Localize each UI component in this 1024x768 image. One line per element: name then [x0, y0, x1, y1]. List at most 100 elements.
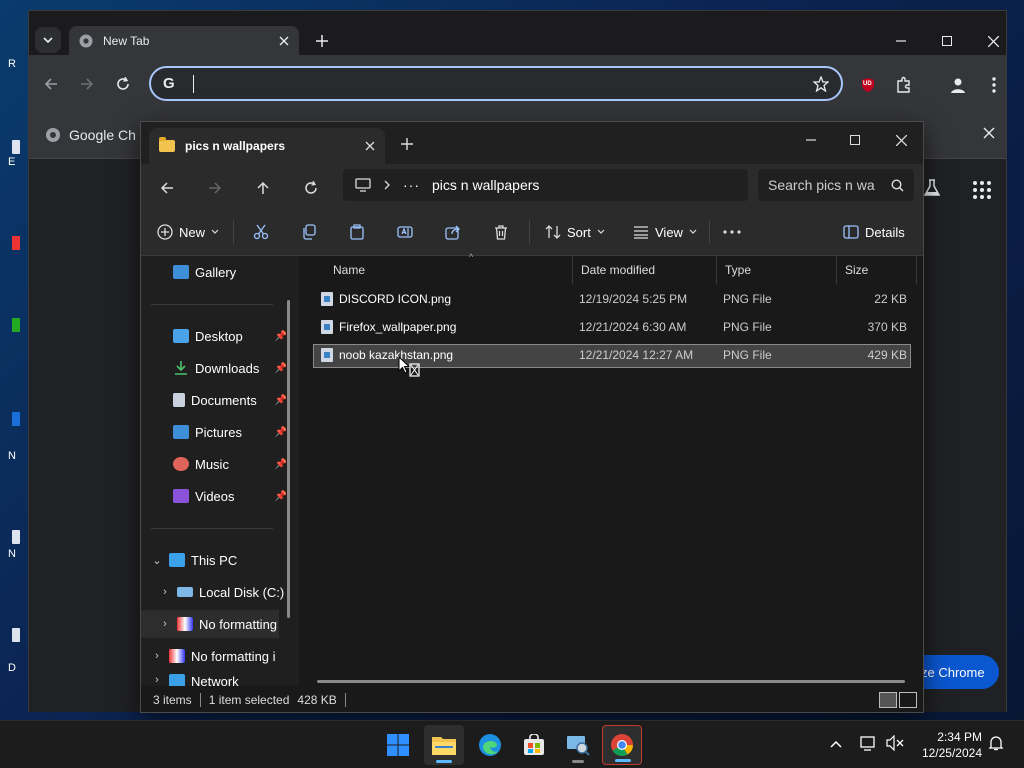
- chrome-maximize-button[interactable]: [927, 27, 967, 55]
- paste-button[interactable]: [349, 220, 365, 244]
- pin-icon[interactable]: 📌: [275, 331, 287, 342]
- ublock-extension-icon[interactable]: UD: [859, 76, 877, 94]
- chrome-minimize-button[interactable]: [881, 27, 921, 55]
- chevron-down-icon[interactable]: ⌄: [151, 554, 163, 567]
- show-hidden-icons-button[interactable]: [830, 735, 842, 751]
- chevron-right-icon[interactable]: ›: [151, 650, 163, 662]
- explorer-new-tab-button[interactable]: [401, 134, 413, 155]
- column-header-date[interactable]: Date modified: [573, 256, 717, 284]
- system-clock[interactable]: 2:34 PM 12/25/2024: [918, 729, 982, 761]
- more-options-button[interactable]: [723, 220, 741, 244]
- file-row[interactable]: Firefox_wallpaper.png 12/21/2024 6:30 AM…: [313, 316, 911, 340]
- bookmark-google-chrome[interactable]: Google Ch: [45, 127, 136, 143]
- horizontal-scrollbar[interactable]: [317, 680, 905, 683]
- column-header-size[interactable]: Size: [837, 256, 917, 284]
- explorer-up-button[interactable]: [251, 176, 275, 200]
- nav-item-gallery[interactable]: Gallery: [141, 258, 299, 286]
- copy-icon: [303, 224, 316, 240]
- search-box[interactable]: [758, 169, 914, 201]
- profile-button[interactable]: [949, 76, 967, 94]
- column-header-name[interactable]: Name ^: [325, 252, 573, 284]
- pin-icon[interactable]: 📌: [275, 459, 287, 470]
- nav-item-network[interactable]: › Network: [141, 674, 299, 686]
- desktop-icon[interactable]: [12, 236, 20, 250]
- new-button[interactable]: New: [157, 220, 219, 244]
- tab-search-button[interactable]: [35, 27, 61, 53]
- extensions-button[interactable]: [895, 76, 913, 94]
- copy-button[interactable]: [301, 220, 317, 244]
- google-apps-icon[interactable]: [973, 181, 991, 199]
- chrome-menu-button[interactable]: [985, 76, 1003, 94]
- explorer-forward-button[interactable]: [203, 176, 227, 200]
- chevron-right-icon[interactable]: ›: [151, 674, 163, 686]
- breadcrumb-current[interactable]: pics n wallpapers: [432, 177, 539, 193]
- pin-icon[interactable]: 📌: [275, 395, 287, 406]
- explorer-back-button[interactable]: [155, 176, 179, 200]
- column-header-type[interactable]: Type: [717, 256, 837, 284]
- pin-icon[interactable]: 📌: [275, 427, 287, 438]
- more-crumbs-icon[interactable]: ···: [403, 177, 420, 193]
- taskbar-store[interactable]: [514, 725, 554, 765]
- chevron-right-icon[interactable]: ›: [159, 618, 171, 630]
- view-button[interactable]: View: [633, 220, 697, 244]
- taskbar-chrome[interactable]: [602, 725, 642, 765]
- star-bookmark-icon[interactable]: [813, 75, 829, 92]
- start-button[interactable]: [378, 725, 418, 765]
- desktop-icon[interactable]: [12, 318, 20, 332]
- labs-flask-icon[interactable]: [923, 179, 941, 202]
- tiles-view-icon[interactable]: [899, 692, 917, 708]
- taskbar-remote-app[interactable]: [558, 725, 598, 765]
- details-pane-button[interactable]: Details: [843, 220, 905, 244]
- desktop-icon[interactable]: [12, 628, 20, 642]
- rename-button[interactable]: [397, 220, 413, 244]
- close-banner-button[interactable]: [983, 127, 995, 142]
- chevron-right-icon[interactable]: ›: [159, 586, 171, 598]
- desktop-icon[interactable]: [12, 412, 20, 426]
- nav-item-videos[interactable]: Videos 📌: [141, 482, 299, 510]
- reload-button[interactable]: [111, 72, 135, 96]
- network-status-icon[interactable]: [860, 735, 878, 754]
- nav-item-documents[interactable]: Documents 📌: [141, 386, 299, 414]
- nav-item-pictures[interactable]: Pictures 📌: [141, 418, 299, 446]
- details-view-icon[interactable]: [879, 692, 897, 708]
- explorer-tab[interactable]: pics n wallpapers: [149, 128, 385, 164]
- new-tab-button[interactable]: [311, 30, 333, 52]
- nav-item-drive-no-formatting[interactable]: › No formatting: [141, 610, 279, 638]
- delete-button[interactable]: [493, 220, 509, 244]
- taskbar-file-explorer[interactable]: [424, 725, 464, 765]
- sort-icon: [545, 225, 561, 239]
- sort-button[interactable]: Sort: [545, 220, 605, 244]
- pin-icon[interactable]: 📌: [275, 363, 287, 374]
- explorer-minimize-button[interactable]: [789, 126, 833, 154]
- nav-item-local-disk[interactable]: › Local Disk (C:): [141, 578, 299, 606]
- back-button[interactable]: [39, 72, 63, 96]
- notifications-button[interactable]: [988, 735, 1004, 754]
- close-icon[interactable]: [365, 141, 375, 151]
- forward-button[interactable]: [75, 72, 99, 96]
- pin-icon[interactable]: 📌: [275, 491, 287, 502]
- details-pane-icon: [843, 225, 859, 239]
- volume-muted-icon[interactable]: [886, 734, 904, 754]
- taskbar-edge[interactable]: [470, 725, 510, 765]
- desktop-icon[interactable]: [12, 140, 20, 154]
- nav-item-this-pc[interactable]: ⌄ This PC: [141, 546, 299, 574]
- address-bar[interactable]: G: [149, 66, 843, 101]
- chrome-tab-new-tab[interactable]: New Tab: [69, 26, 299, 56]
- chrome-close-button[interactable]: [973, 27, 1013, 55]
- nav-item-music[interactable]: Music 📌: [141, 450, 299, 478]
- explorer-refresh-button[interactable]: [299, 176, 323, 200]
- file-row[interactable]: DISCORD ICON.png 12/19/2024 5:25 PM PNG …: [313, 288, 911, 312]
- explorer-maximize-button[interactable]: [833, 126, 877, 154]
- search-input[interactable]: [768, 177, 885, 193]
- explorer-close-button[interactable]: [879, 126, 923, 154]
- share-button[interactable]: [445, 220, 461, 244]
- nav-item-downloads[interactable]: Downloads 📌: [141, 354, 299, 382]
- nav-item-desktop[interactable]: Desktop 📌: [141, 322, 299, 350]
- nav-item-no-formatting-network[interactable]: › No formatting i: [141, 642, 299, 670]
- cut-button[interactable]: [253, 220, 269, 244]
- pictures-icon: [173, 425, 189, 439]
- close-icon[interactable]: [279, 36, 289, 46]
- breadcrumb[interactable]: ··· pics n wallpapers: [343, 169, 748, 201]
- nav-scrollbar[interactable]: [287, 300, 290, 618]
- desktop-icon[interactable]: [12, 530, 20, 544]
